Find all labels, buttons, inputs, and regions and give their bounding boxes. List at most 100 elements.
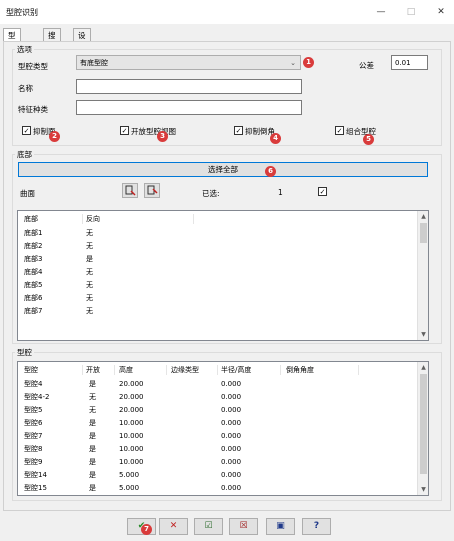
cell-bottom: 底部1 [24,229,43,237]
scroll-thumb[interactable] [420,223,427,243]
name-input[interactable] [76,79,302,94]
table-row[interactable]: 型腔8 是 10.000 0.000 [18,444,428,455]
cell-bottom: 底部6 [24,294,43,302]
cell-reverse: 无 [86,268,93,276]
cell-open: 是 [89,432,96,440]
cell-height: 5.000 [119,471,140,479]
column-separator [280,365,281,375]
cavity-type-select[interactable]: 有底型腔 ⌄ [76,55,301,70]
select-all-button[interactable]: 选择全部 [18,162,428,177]
table-row[interactable]: 型腔14 是 5.000 0.000 [18,470,428,481]
scroll-down-icon[interactable]: ▼ [418,331,428,338]
cell-reverse: 无 [86,229,93,237]
table-row[interactable]: 底部4 无 [18,267,428,278]
face-deselect-button[interactable] [144,183,160,198]
table-row[interactable]: 型腔9 是 10.000 0.000 [18,457,428,468]
table-row[interactable]: 型腔5 无 20.000 0.000 [18,405,428,416]
table-row[interactable]: 底部7 无 [18,306,428,317]
column-header-open[interactable]: 开放 [86,365,100,376]
column-header-chamfer-angle[interactable]: 倒角角度 [286,365,314,376]
column-separator [82,214,83,224]
cancel-icon: ✕ [169,521,178,531]
cell-radius-height: 0.000 [221,380,242,388]
cell-height: 10.000 [119,445,144,453]
cell-height: 20.000 [119,406,144,414]
bottom-list[interactable]: 底部 反向 底部1 无 底部2 无 底部3 是 底部4 无 底部5 无 底部6 无 底部7 无… [17,210,429,341]
apply-button[interactable]: ☑ [194,518,223,535]
tolerance-input[interactable]: 0.01 [391,55,428,70]
cavity-list[interactable]: 型腔 开放 高度 边缘类型 半径/高度 倒角角度 型腔4 是 20.000 0.000… [17,361,429,496]
maximize-button[interactable]: □ [402,4,420,20]
cell-cavity: 型腔14 [24,471,47,479]
table-row[interactable]: 底部3 是 [18,254,428,265]
save-button[interactable]: ▣ [266,518,295,535]
table-row[interactable]: 底部6 无 [18,293,428,304]
column-header-edge-type[interactable]: 边缘类型 [171,365,199,376]
help-button[interactable]: ? [302,518,331,535]
column-separator [217,365,218,375]
cell-reverse: 无 [86,307,93,315]
cell-cavity: 型腔4 [24,380,43,388]
cell-bottom: 底部5 [24,281,43,289]
suppress-chamfer-checkbox[interactable]: ✓ [234,126,243,135]
face-select-button[interactable] [122,183,138,198]
reset-icon: ☒ [239,521,248,531]
combine-cavity-checkbox[interactable]: ✓ [335,126,344,135]
table-row[interactable]: 型腔7 是 10.000 0.000 [18,431,428,442]
column-header-cavity[interactable]: 型腔 [24,365,38,376]
table-row[interactable]: 型腔15 是 5.000 0.000 [18,483,428,494]
column-header-bottom[interactable]: 底部 [24,214,38,225]
tab-search[interactable]: 搜索 [43,28,61,53]
face-deselect-icon [147,185,158,195]
column-header-reverse[interactable]: 反向 [86,214,100,225]
feature-type-input[interactable] [76,100,302,115]
minimize-button[interactable]: — [372,4,390,20]
table-row[interactable]: 底部5 无 [18,280,428,291]
scroll-up-icon[interactable]: ▲ [418,213,428,220]
cell-open: 是 [89,445,96,453]
window-title: 型腔识别 [6,8,38,17]
cell-height: 10.000 [119,458,144,466]
selected-checkbox[interactable]: ✓ [318,187,327,196]
tab-settings[interactable]: 设置 [73,28,91,53]
cell-bottom: 底部3 [24,255,43,263]
column-header-radius-height[interactable]: 半径/高度 [221,365,251,376]
help-icon: ? [313,521,320,531]
badge-5: 5 [363,134,374,145]
cell-radius-height: 0.000 [221,393,242,401]
cell-bottom: 底部4 [24,268,43,276]
badge-6: 6 [265,166,276,177]
cell-open: 是 [89,484,96,492]
column-separator [166,365,167,375]
table-row[interactable]: 型腔4 是 20.000 0.000 [18,379,428,390]
badge-3: 3 [157,131,168,142]
cavity-list-scrollbar[interactable]: ▲ ▼ [417,362,428,495]
close-button[interactable]: ✕ [432,4,450,20]
chevron-down-icon: ⌄ [290,59,296,67]
cell-reverse: 无 [86,242,93,250]
suppress-face-checkbox[interactable]: ✓ [22,126,31,135]
bottom-list-scrollbar[interactable]: ▲ ▼ [417,211,428,340]
open-cavity-view-checkbox[interactable]: ✓ [120,126,129,135]
cell-height: 10.000 [119,419,144,427]
cell-open: 无 [89,393,96,401]
table-row[interactable]: 型腔6 是 10.000 0.000 [18,418,428,429]
scroll-down-icon[interactable]: ▼ [418,486,428,493]
cell-reverse: 是 [86,255,93,263]
scroll-thumb[interactable] [420,374,427,474]
cell-cavity: 型腔7 [24,432,43,440]
table-row[interactable]: 底部1 无 [18,228,428,239]
reset-button[interactable]: ☒ [229,518,258,535]
cell-bottom: 底部2 [24,242,43,250]
column-header-height[interactable]: 高度 [119,365,133,376]
table-row[interactable]: 底部2 无 [18,241,428,252]
cell-height: 20.000 [119,380,144,388]
scroll-up-icon[interactable]: ▲ [418,364,428,371]
selected-label: 已选: [202,189,220,198]
cell-open: 是 [89,419,96,427]
column-separator [193,214,194,224]
table-row[interactable]: 型腔4-2 无 20.000 0.000 [18,392,428,403]
cell-radius-height: 0.000 [221,419,242,427]
cancel-button[interactable]: ✕ [159,518,188,535]
cell-height: 20.000 [119,393,144,401]
